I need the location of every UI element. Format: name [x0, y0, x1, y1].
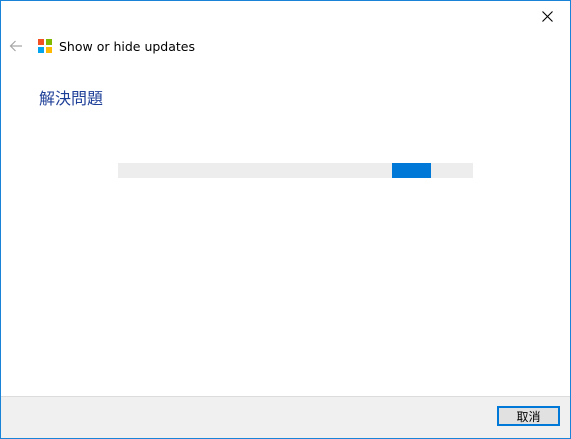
windows-logo-icon — [38, 39, 52, 53]
troubleshooter-window: Show or hide updates 解決問題 取消 — [0, 0, 571, 439]
close-button[interactable] — [524, 1, 570, 31]
progress-indicator — [392, 163, 431, 178]
cancel-button[interactable]: 取消 — [497, 406, 560, 426]
back-arrow-icon — [9, 40, 22, 52]
close-icon — [541, 10, 553, 22]
app-title: Show or hide updates — [59, 38, 196, 54]
app-header: Show or hide updates — [38, 37, 195, 55]
progress-bar — [118, 163, 473, 178]
footer-bar: 取消 — [1, 396, 570, 438]
back-button[interactable] — [5, 35, 27, 57]
page-heading: 解決問題 — [39, 89, 104, 108]
